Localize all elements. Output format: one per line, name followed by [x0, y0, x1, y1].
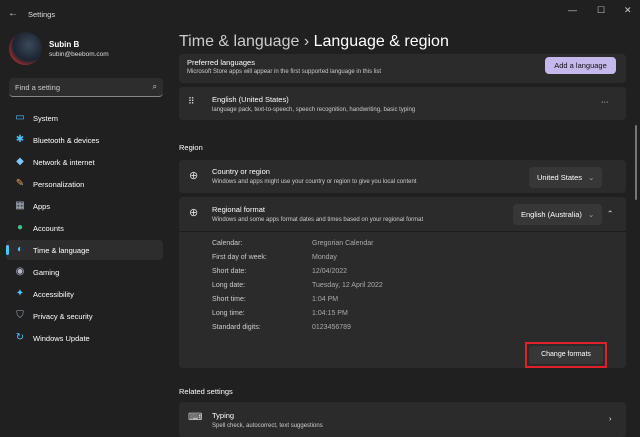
format-desc: Windows and some apps format dates and t…: [212, 217, 424, 223]
window-title: Settings: [28, 10, 56, 19]
gamepad-icon: ◉: [15, 266, 25, 277]
format-detail-value: 1:04:15 PM: [312, 310, 348, 317]
page-title: Time & language › Language & region: [179, 33, 449, 51]
sidebar-item-apps[interactable]: ▦ Apps: [6, 196, 163, 216]
change-formats-highlight: Change formats: [525, 342, 607, 368]
typing-item[interactable]: ⌨ Typing Spell check, autocorrect, text …: [179, 402, 626, 437]
country-dropdown[interactable]: United States ⌄: [529, 167, 603, 188]
sidebar-item-bluetooth-devices[interactable]: ✱ Bluetooth & devices: [6, 130, 163, 150]
format-title: Regional format: [212, 205, 265, 214]
format-dropdown[interactable]: English (Australia) ⌄: [513, 204, 603, 225]
breadcrumb-parent[interactable]: Time & language: [179, 33, 299, 50]
format-detail-label: Calendar:: [212, 240, 243, 247]
person-icon: ●: [16, 222, 24, 233]
country-region-card: ⊕ Country or region Windows and apps mig…: [179, 160, 626, 193]
more-options-icon[interactable]: ···: [601, 97, 609, 106]
collapse-chevron-icon[interactable]: ⌃: [607, 209, 613, 218]
country-value: United States: [537, 173, 583, 182]
apps-icon: ▦: [15, 200, 25, 211]
chevron-right-icon: ›: [609, 414, 612, 423]
regional-format-icon: ⊕: [189, 207, 199, 219]
title-bar: ← Settings — ☐ ✕: [0, 0, 640, 28]
update-icon: ↻: [15, 332, 25, 343]
close-icon[interactable]: ✕: [624, 5, 632, 16]
preferred-languages-card: Preferred languages Microsoft Store apps…: [179, 54, 626, 83]
sidebar-item-label: System: [33, 114, 59, 123]
language-desc: language pack, text-to-speech, speech re…: [212, 107, 416, 113]
format-detail-label: Standard digits:: [212, 324, 261, 331]
breadcrumb-separator: ›: [303, 33, 310, 50]
sidebar-item-system[interactable]: ▭ System: [6, 108, 163, 128]
user-name: Subin B: [49, 40, 80, 49]
sidebar-item-label: Personalization: [33, 180, 85, 189]
format-detail-label: First day of week:: [212, 254, 267, 261]
brush-icon: ✎: [15, 178, 25, 189]
scrollbar[interactable]: [635, 125, 637, 200]
format-detail-value: 12/04/2022: [312, 268, 348, 275]
back-icon[interactable]: ←: [8, 8, 18, 19]
avatar[interactable]: [9, 32, 42, 65]
divider: [179, 231, 626, 232]
sidebar-item-label: Privacy & security: [33, 312, 93, 321]
format-detail-value: 0123456789: [312, 324, 351, 331]
region-heading: Region: [179, 143, 203, 152]
monitor-icon: ▭: [15, 112, 25, 123]
search-icon: ⌕: [152, 82, 157, 91]
keyboard-icon: ⌨: [188, 412, 203, 423]
typing-title: Typing: [212, 411, 235, 420]
globe-clock-icon: ◐: [16, 244, 24, 255]
breadcrumb-current: Language & region: [313, 33, 449, 50]
format-detail-value: Gregorian Calendar: [312, 240, 374, 247]
minimize-icon[interactable]: —: [568, 5, 577, 15]
format-detail-label: Short time:: [212, 296, 246, 303]
shield-icon: ⛉: [16, 310, 24, 321]
chevron-down-icon: ⌄: [588, 173, 595, 182]
language-name: English (United States): [212, 95, 289, 104]
sidebar-item-privacy-security[interactable]: ⛉ Privacy & security: [6, 306, 163, 326]
search-placeholder: Find a setting: [15, 83, 61, 92]
sidebar-item-time-language[interactable]: ◐ Time & language: [6, 240, 163, 260]
selection-indicator: [6, 245, 9, 255]
preferred-desc: Microsoft Store apps will appear in the …: [187, 69, 382, 75]
sidebar-item-personalization[interactable]: ✎ Personalization: [6, 174, 163, 194]
sidebar-item-label: Gaming: [33, 268, 60, 277]
add-language-button[interactable]: Add a language: [545, 57, 616, 74]
search-input[interactable]: Find a setting ⌕: [9, 78, 163, 97]
format-detail-label: Long time:: [212, 310, 245, 317]
format-detail-label: Long date:: [212, 282, 246, 289]
country-title: Country or region: [212, 167, 270, 176]
sidebar-item-label: Accessibility: [33, 290, 74, 299]
sidebar-item-label: Network & internet: [33, 158, 95, 167]
sidebar-item-accessibility[interactable]: ✦ Accessibility: [6, 284, 163, 304]
format-detail-value: 1:04 PM: [312, 296, 339, 303]
sidebar-item-label: Accounts: [33, 224, 64, 233]
chevron-down-icon: ⌄: [587, 210, 595, 219]
drag-handle-icon[interactable]: ⠿: [188, 96, 195, 107]
typing-desc: Spell check, autocorrect, text suggestio…: [212, 423, 323, 429]
sidebar-item-windows-update[interactable]: ↻ Windows Update: [6, 328, 163, 348]
related-settings-heading: Related settings: [179, 387, 233, 396]
language-item[interactable]: ⠿ English (United States) language pack,…: [179, 87, 626, 120]
bluetooth-icon: ✱: [15, 134, 25, 145]
change-formats-button[interactable]: Change formats: [529, 346, 603, 364]
sidebar-item-accounts[interactable]: ● Accounts: [6, 218, 163, 238]
accessibility-icon: ✦: [15, 288, 25, 299]
globe-icon: ⊕: [189, 170, 199, 182]
sidebar-item-label: Time & language: [33, 246, 90, 255]
sidebar-item-label: Bluetooth & devices: [33, 136, 100, 145]
sidebar-item-label: Apps: [33, 202, 51, 211]
sidebar-item-label: Windows Update: [33, 334, 90, 343]
format-value: English (Australia): [521, 210, 582, 219]
sidebar-item-network-internet[interactable]: ◆ Network & internet: [6, 152, 163, 172]
wifi-icon: ◆: [16, 156, 24, 167]
format-detail-value: Tuesday, 12 April 2022: [312, 282, 383, 289]
maximize-icon[interactable]: ☐: [597, 5, 605, 16]
sidebar-item-gaming[interactable]: ◉ Gaming: [6, 262, 163, 282]
format-detail-value: Monday: [312, 254, 337, 261]
format-detail-label: Short date:: [212, 268, 247, 275]
preferred-title: Preferred languages: [187, 58, 255, 67]
country-desc: Windows and apps might use your country …: [212, 179, 417, 185]
user-email: subin@beebom.com: [49, 51, 109, 58]
